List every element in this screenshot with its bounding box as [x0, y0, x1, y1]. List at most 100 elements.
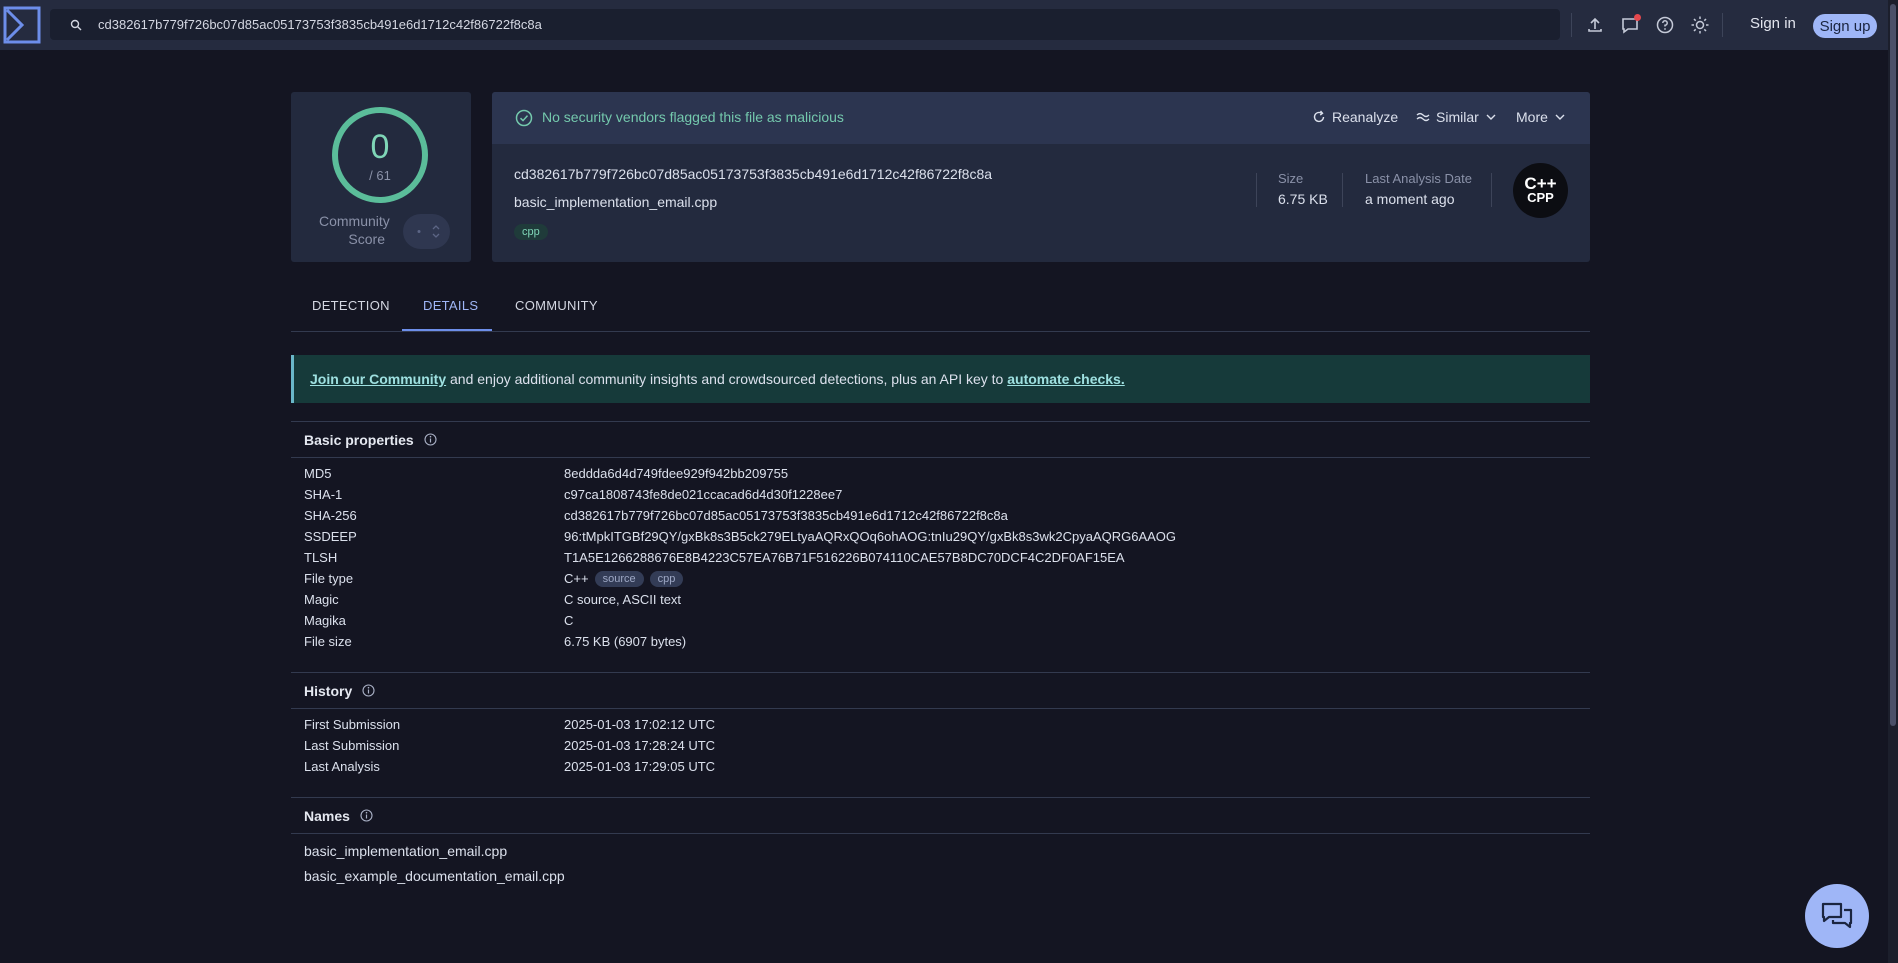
meta-divider: [1256, 173, 1257, 207]
community-score-label: Community Score: [319, 212, 390, 248]
property-key: File type: [304, 571, 354, 586]
section-title: Basic properties: [304, 431, 414, 448]
size-label: Size: [1278, 171, 1304, 186]
community-score-widget[interactable]: [403, 214, 450, 249]
property-row: SHA-256 cd382617b779f726bc07d85ac0517375…: [304, 505, 1008, 526]
property-value[interactable]: 96:tMpkITGBf29QY/gxBk8s3B5ck279ELtyaAQRx…: [564, 529, 1176, 544]
file-tag[interactable]: cpp: [514, 224, 548, 240]
section-title: Names: [304, 807, 350, 824]
file-type-tag[interactable]: source: [594, 570, 644, 587]
status-message: No security vendors flagged this file as…: [542, 109, 844, 125]
property-row: MD5 8eddda6d4d749fdee929f942bb209755: [304, 463, 788, 484]
reanalyze-button[interactable]: Reanalyze: [1312, 109, 1398, 125]
file-summary-card: No security vendors flagged this file as…: [492, 92, 1590, 262]
property-value: C++ source cpp: [564, 570, 684, 587]
property-row: SSDEEP 96:tMpkITGBf29QY/gxBk8s3B5ck279EL…: [304, 526, 1176, 547]
tab-community[interactable]: COMMUNITY: [515, 298, 598, 313]
names-header: Names: [291, 797, 1590, 834]
property-row: Magika C: [304, 610, 573, 631]
info-icon[interactable]: [424, 433, 437, 446]
chevron-down-icon: [1555, 114, 1565, 120]
sign-in-link[interactable]: Sign in: [1750, 15, 1796, 32]
community-score-label-line1: Community: [319, 213, 390, 229]
info-icon[interactable]: [362, 684, 375, 697]
toolbar-divider: [1571, 13, 1572, 37]
toolbar-divider: [1722, 13, 1723, 37]
property-row: TLSH T1A5E1266288676E8B4223C57EA76B71F51…: [304, 547, 1125, 568]
filetype-badge-bottom: CPP: [1527, 189, 1554, 205]
property-key: SSDEEP: [304, 529, 357, 544]
file-hash[interactable]: cd382617b779f726bc07d85ac05173753f3835cb…: [514, 166, 992, 182]
history-value: 2025-01-03 17:02:12 UTC: [564, 717, 716, 732]
property-key: Magika: [304, 613, 346, 628]
community-banner: Join our Community and enjoy additional …: [291, 355, 1590, 403]
sign-up-button[interactable]: Sign up: [1813, 14, 1877, 38]
chat-bubbles-icon: [1821, 902, 1853, 929]
automate-checks-link[interactable]: automate checks.: [1007, 371, 1125, 387]
property-key: File size: [304, 634, 352, 649]
property-key: Magic: [304, 592, 339, 607]
property-value: C: [564, 613, 574, 628]
size-value: 6.75 KB: [1278, 191, 1328, 207]
reanalyze-label: Reanalyze: [1332, 109, 1399, 125]
property-row: Magic C source, ASCII text: [304, 589, 681, 610]
info-icon[interactable]: [360, 809, 373, 822]
search-bar[interactable]: [50, 9, 1560, 40]
history-key: Last Analysis: [304, 759, 380, 774]
report-tabs: DETECTION DETAILS COMMUNITY: [291, 290, 1590, 332]
filetype-badge-top: C++: [1524, 173, 1557, 193]
more-dropdown[interactable]: More: [1516, 109, 1566, 125]
help-icon[interactable]: [1655, 15, 1675, 35]
property-value[interactable]: 8eddda6d4d749fdee929f942bb209755: [564, 466, 788, 481]
search-icon: [70, 19, 82, 30]
file-type-tag[interactable]: cpp: [649, 570, 684, 587]
file-type-value: C++: [564, 571, 589, 586]
search-input[interactable]: [98, 17, 1498, 32]
property-key: MD5: [304, 466, 332, 481]
property-key: TLSH: [304, 550, 338, 565]
file-name-item: basic_example_documentation_email.cpp: [304, 868, 565, 884]
join-community-link[interactable]: Join our Community: [310, 371, 446, 387]
tab-detection[interactable]: DETECTION: [312, 298, 390, 313]
check-circle-icon: [515, 109, 533, 127]
chevron-down-icon: [1486, 114, 1496, 120]
property-value[interactable]: T1A5E1266288676E8B4223C57EA76B71F516226B…: [564, 550, 1125, 565]
history-key: Last Submission: [304, 738, 400, 753]
detection-score-card: 0 / 61 Community Score: [291, 92, 471, 262]
property-value[interactable]: c97ca1808743fe8de021ccacad6d4d30f1228ee7: [564, 487, 842, 502]
top-bar: Sign in Sign up: [0, 0, 1888, 50]
cpp-filetype-icon: C++ CPP: [1513, 163, 1568, 218]
vote-arrows-icon: [417, 225, 440, 238]
property-value[interactable]: cd382617b779f726bc07d85ac05173753f3835cb…: [564, 508, 1008, 523]
history-header: History: [291, 672, 1590, 709]
status-bar: No security vendors flagged this file as…: [492, 92, 1590, 144]
file-name-item: basic_implementation_email.cpp: [304, 843, 508, 859]
last-analysis-value: a moment ago: [1365, 191, 1455, 207]
property-key: SHA-1: [304, 487, 343, 502]
basic-properties-header: Basic properties: [291, 421, 1590, 458]
virustotal-logo-icon[interactable]: [2, 5, 42, 45]
tab-details[interactable]: DETAILS: [423, 298, 478, 313]
meta-divider: [1491, 173, 1492, 207]
community-score-label-line2: Score: [348, 231, 385, 247]
property-row: File size 6.75 KB (6907 bytes): [304, 631, 686, 652]
history-key: First Submission: [304, 717, 401, 732]
similar-dropdown[interactable]: Similar: [1416, 109, 1497, 125]
refresh-icon: [1313, 110, 1325, 123]
theme-toggle-icon[interactable]: [1690, 15, 1710, 35]
last-analysis-label: Last Analysis Date: [1365, 171, 1472, 186]
upload-icon[interactable]: [1585, 15, 1605, 35]
similar-label: Similar: [1436, 109, 1479, 125]
section-title: History: [304, 682, 353, 699]
history-row: Last Analysis 2025-01-03 17:29:05 UTC: [304, 756, 715, 777]
property-row: File type C++ source cpp: [304, 568, 684, 589]
notification-dot: [1634, 14, 1641, 21]
property-key: SHA-256: [304, 508, 357, 523]
scrollbar-thumb[interactable]: [1890, 4, 1896, 726]
history-row: First Submission 2025-01-03 17:02:12 UTC: [304, 714, 715, 735]
history-row: Last Submission 2025-01-03 17:28:24 UTC: [304, 735, 715, 756]
banner-text: and enjoy additional community insights …: [446, 371, 1008, 387]
history-value: 2025-01-03 17:29:05 UTC: [564, 759, 716, 774]
property-value: C source, ASCII text: [564, 592, 682, 607]
support-chat-button[interactable]: [1805, 884, 1869, 948]
